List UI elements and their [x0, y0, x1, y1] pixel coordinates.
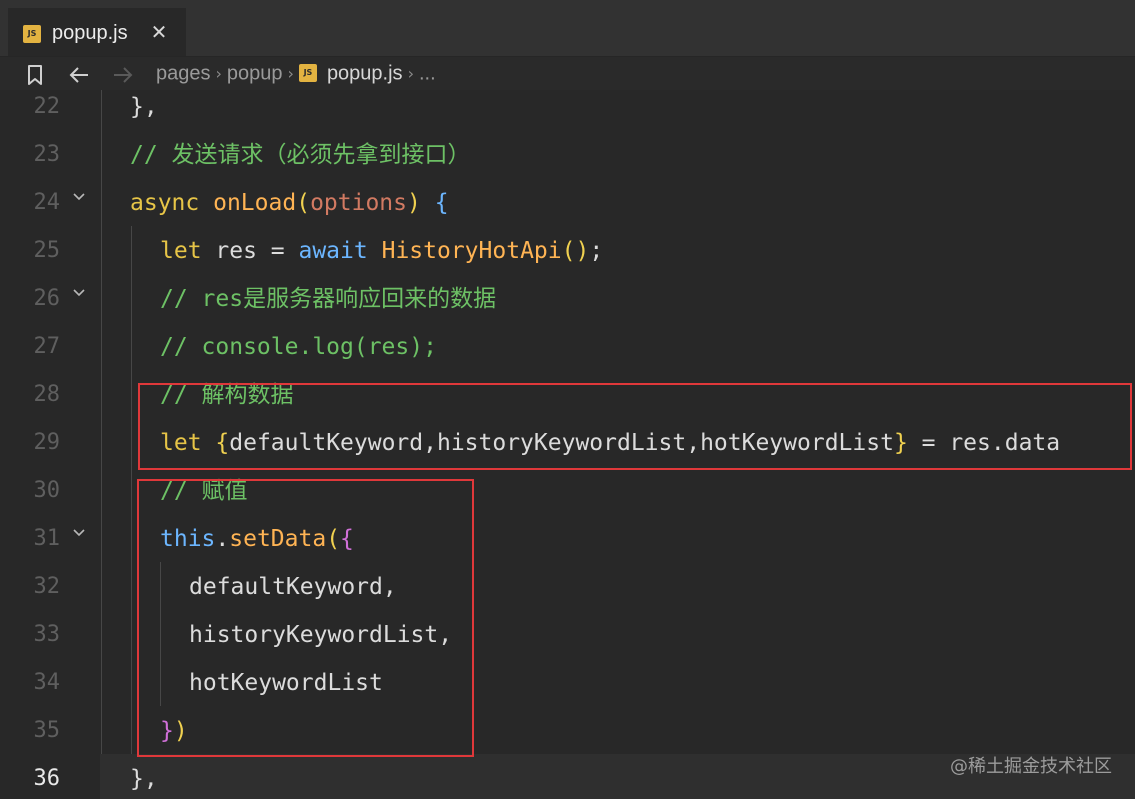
indent-guide: [131, 226, 132, 754]
code-token: },: [130, 94, 158, 120]
chevron-right-icon: ›: [407, 63, 414, 83]
line-number: 23: [33, 142, 61, 167]
code-line[interactable]: },: [130, 755, 158, 799]
breadcrumb-bar: pages › popup › JS popup.js ›...: [0, 57, 1135, 90]
line-number: 34: [33, 670, 61, 695]
line-number: 25: [33, 238, 61, 263]
breadcrumb: pages › popup › JS popup.js ›...: [156, 57, 436, 90]
code-token: ;: [589, 238, 604, 264]
code-token: //: [130, 142, 172, 168]
line-number: 36: [33, 766, 61, 791]
code-token: {: [434, 190, 449, 216]
highlight-box-setdata: [137, 479, 474, 757]
js-file-icon: JS: [298, 63, 317, 82]
line-number: 33: [33, 622, 61, 647]
chevron-right-icon: ›: [215, 63, 222, 83]
code-token: (: [296, 190, 311, 216]
code-token: ): [407, 190, 421, 216]
code-token: onLoad: [213, 190, 297, 216]
code-token: options: [310, 190, 407, 216]
breadcrumb-item-popup[interactable]: popup: [227, 63, 283, 85]
code-token: let: [160, 238, 202, 264]
code-token: },: [130, 766, 158, 792]
breadcrumb-item-file[interactable]: popup.js: [327, 63, 403, 85]
tab-bar: JS popup.js ✕: [0, 0, 1135, 57]
chevron-down-icon[interactable]: [70, 275, 88, 323]
code-line[interactable]: // console.log(res);: [160, 323, 437, 371]
code-token: // console.log(res);: [160, 334, 437, 360]
code-token: (): [561, 238, 590, 264]
code-line[interactable]: async onLoad(options) {: [130, 179, 449, 227]
line-number: 32: [33, 574, 61, 599]
js-file-icon: JS: [23, 25, 41, 43]
breadcrumb-item-pages[interactable]: pages: [156, 63, 211, 85]
close-icon[interactable]: ✕: [146, 19, 172, 45]
code-line[interactable]: let res = await HistoryHotApi();: [160, 227, 603, 275]
line-number: 26: [33, 286, 61, 311]
code-token: res =: [201, 238, 299, 264]
highlight-box-destructure: [138, 383, 1132, 470]
chevron-down-icon[interactable]: [70, 515, 88, 563]
line-number: 30: [33, 478, 61, 503]
watermark: @稀土掘金技术社区: [950, 756, 1112, 777]
line-number: 27: [33, 334, 61, 359]
arrow-left-icon[interactable]: [66, 57, 92, 90]
code-token: 发送请求（必须先拿到接口）: [171, 142, 471, 168]
indent-guide: [101, 90, 102, 754]
line-number: 35: [33, 718, 61, 743]
code-token: await: [298, 238, 368, 264]
tab-popup-js[interactable]: JS popup.js ✕: [8, 8, 186, 56]
line-number: 29: [33, 430, 61, 455]
line-number: 31: [33, 526, 61, 551]
code-token: HistoryHotApi: [381, 238, 562, 264]
chevron-right-icon: ›: [287, 63, 294, 83]
breadcrumb-item-more[interactable]: ...: [419, 63, 436, 85]
line-number: 28: [33, 382, 61, 407]
code-token: // res: [160, 286, 244, 312]
line-number: 22: [33, 94, 61, 119]
code-line[interactable]: // 发送请求（必须先拿到接口）: [130, 131, 471, 179]
code-token: 是服务器响应回来的数据: [243, 286, 497, 312]
code-token: async: [130, 190, 200, 216]
code-line[interactable]: // res是服务器响应回来的数据: [160, 275, 496, 323]
line-number: 24: [33, 190, 61, 215]
tab-label: popup.js: [52, 22, 128, 44]
chevron-down-icon[interactable]: [70, 179, 88, 227]
code-line[interactable]: },: [130, 83, 158, 131]
